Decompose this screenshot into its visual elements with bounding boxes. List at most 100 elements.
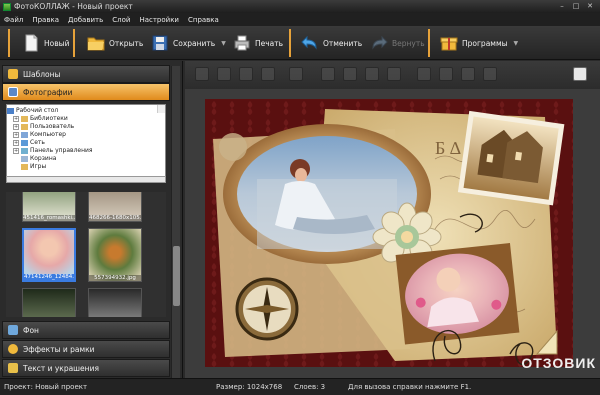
- minimize-button[interactable]: –: [556, 2, 568, 11]
- save-label: Сохранить: [173, 38, 216, 48]
- menu-settings[interactable]: Настройки: [139, 16, 179, 24]
- tree-item[interactable]: + Компьютер: [7, 131, 165, 139]
- new-label: Новый: [44, 38, 70, 48]
- expand-icon[interactable]: +: [13, 124, 19, 130]
- chevron-down-icon[interactable]: ▼: [514, 40, 519, 47]
- expand-icon[interactable]: +: [13, 116, 19, 122]
- status-size: Размер: 1024x768: [216, 383, 283, 391]
- tree-item[interactable]: Игры: [7, 163, 165, 171]
- photo-thumbnail[interactable]: 451416_romashki...: [22, 192, 76, 222]
- photo-thumbnail[interactable]: [88, 288, 142, 317]
- open-button[interactable]: Открыть: [87, 30, 143, 56]
- tree-item-label: Панель управления: [30, 147, 93, 154]
- flip-left-icon[interactable]: [321, 67, 335, 81]
- photo-thumbnail[interactable]: 557394932.jpg: [88, 228, 142, 282]
- tree-item[interactable]: + Библиотеки: [7, 115, 165, 123]
- undo-button[interactable]: Отменить: [301, 30, 362, 56]
- tree-scrollbar[interactable]: [157, 105, 165, 113]
- folder-icon: [21, 116, 28, 122]
- new-button[interactable]: Новый: [22, 30, 69, 56]
- tree-item[interactable]: Рабочий стол: [7, 107, 165, 115]
- save-disk-icon: [151, 34, 169, 52]
- tab-effects[interactable]: Эффекты и рамки: [2, 340, 170, 358]
- lock-icon[interactable]: [483, 67, 497, 81]
- folder-icon: [21, 124, 28, 130]
- close-button[interactable]: ✕: [584, 2, 596, 11]
- expand-icon[interactable]: +: [13, 132, 19, 138]
- tab-photos-label: Фотографии: [23, 87, 73, 97]
- mirror-icon[interactable]: [365, 67, 379, 81]
- toolbar-separator: [8, 29, 10, 57]
- page-settings-icon[interactable]: [573, 67, 587, 81]
- photo-thumbnail[interactable]: [22, 288, 76, 317]
- align-icon[interactable]: [289, 67, 303, 81]
- tab-effects-label: Эффекты и рамки: [23, 344, 95, 354]
- computer-icon: [21, 132, 28, 138]
- send-backward-icon[interactable]: [239, 67, 253, 81]
- save-button[interactable]: Сохранить ▼: [151, 30, 226, 56]
- title-bar: ФотоКОЛЛАЖ - Новый проект – □ ✕: [0, 0, 600, 13]
- photo-thumbnail-selected[interactable]: 47141246_12484...: [22, 228, 76, 282]
- redo-label: Вернуть: [392, 38, 425, 48]
- photo-thumbnail[interactable]: 468266-1680x105...: [88, 192, 142, 222]
- print-label: Печать: [255, 38, 284, 48]
- status-help: Для вызова справки нажмите F1.: [348, 383, 472, 391]
- status-bar: Проект: Новый проект Размер: 1024x768 Сл…: [0, 378, 600, 395]
- tree-item-label: Рабочий стол: [16, 107, 59, 114]
- rotate-icon[interactable]: [387, 67, 401, 81]
- menu-bar: Файл Правка Добавить Слой Настройки Спра…: [0, 13, 600, 26]
- delete-icon[interactable]: [417, 67, 431, 81]
- effects-icon: [8, 344, 18, 354]
- toolbar-separator: [428, 29, 430, 57]
- bring-forward-icon[interactable]: [217, 67, 231, 81]
- tab-templates[interactable]: Шаблоны: [2, 65, 170, 83]
- maximize-button[interactable]: □: [570, 2, 582, 11]
- control-panel-icon: [21, 148, 28, 154]
- menu-edit[interactable]: Правка: [32, 16, 59, 24]
- expand-icon[interactable]: +: [13, 148, 19, 154]
- menu-add[interactable]: Добавить: [68, 16, 103, 24]
- chevron-down-icon[interactable]: ▼: [221, 40, 226, 47]
- menu-help[interactable]: Справка: [188, 16, 219, 24]
- thumbnail-caption: 557394932.jpg: [89, 275, 141, 281]
- tab-photos[interactable]: Фотографии: [2, 83, 170, 101]
- tree-item-label: Сеть: [30, 139, 45, 146]
- collage-canvas[interactable]: Б ∆: [205, 99, 573, 367]
- send-to-back-icon[interactable]: [261, 67, 275, 81]
- tree-item-label: Пользователь: [30, 123, 75, 130]
- tab-text[interactable]: Текст и украшения: [2, 359, 170, 377]
- flip-right-icon[interactable]: [343, 67, 357, 81]
- tree-item[interactable]: + Пользователь: [7, 123, 165, 131]
- programs-button[interactable]: Программы ▼: [440, 30, 518, 56]
- folder-tree[interactable]: Рабочий стол + Библиотеки + Пользователь +…: [6, 104, 166, 182]
- tree-item[interactable]: Корзина: [7, 155, 165, 163]
- status-layers: Слоев: 3: [294, 383, 326, 391]
- gear-icon[interactable]: [461, 67, 475, 81]
- tree-item[interactable]: + Панель управления: [7, 147, 165, 155]
- folder-icon: [21, 164, 28, 170]
- trash-icon: [21, 156, 28, 162]
- watermark-logo: ОТЗОВИК: [521, 355, 596, 371]
- crop-icon[interactable]: [439, 67, 453, 81]
- expand-icon[interactable]: +: [13, 140, 19, 146]
- star-icon: [8, 69, 18, 79]
- main-toolbar: Новый Открыть Сохранить ▼ Печать Отменит…: [0, 26, 600, 60]
- tree-item[interactable]: + Сеть: [7, 139, 165, 147]
- toolbar-separator: [289, 29, 291, 57]
- tab-background[interactable]: Фон: [2, 321, 170, 339]
- text-icon: [8, 363, 18, 373]
- tree-item-label: Компьютер: [30, 131, 66, 138]
- toolbar-separator: [73, 29, 75, 57]
- thumbnail-caption: 468266-1680x105...: [89, 215, 141, 221]
- menu-layer[interactable]: Слой: [112, 16, 130, 24]
- panel-scrollbar[interactable]: [171, 66, 180, 378]
- menu-file[interactable]: Файл: [4, 16, 23, 24]
- scrollbar-thumb[interactable]: [173, 246, 180, 306]
- open-label: Открыть: [109, 38, 144, 48]
- bring-to-front-icon[interactable]: [195, 67, 209, 81]
- print-button[interactable]: Печать: [233, 30, 283, 56]
- tree-horizontal-scrollbar[interactable]: [6, 176, 166, 183]
- photo-thumbnails: 451416_romashki... 468266-1680x105... 47…: [6, 192, 166, 317]
- photo-icon: [8, 87, 18, 97]
- redo-button[interactable]: Вернуть: [370, 30, 425, 56]
